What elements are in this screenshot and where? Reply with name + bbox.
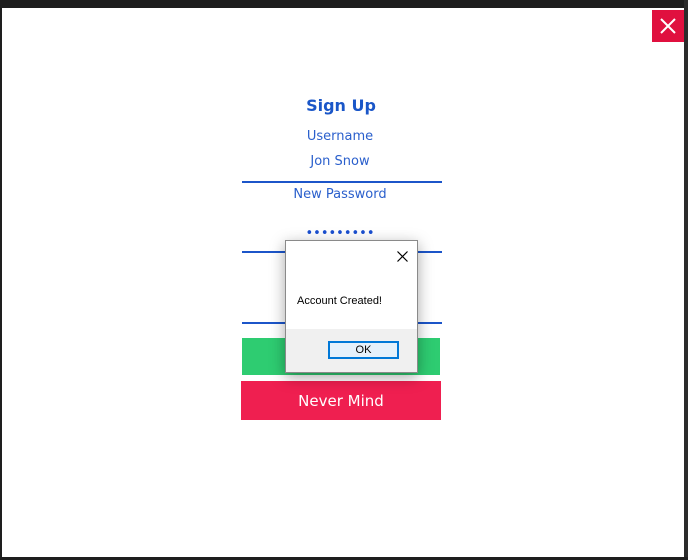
message-text: Account Created! bbox=[297, 295, 382, 307]
dialog-close-button[interactable] bbox=[393, 247, 411, 265]
password-input[interactable]: ••••••••• bbox=[240, 226, 440, 241]
ok-button[interactable]: OK bbox=[328, 341, 399, 359]
close-icon bbox=[396, 250, 408, 262]
message-footer: OK bbox=[286, 329, 417, 372]
username-input[interactable]: Jon Snow bbox=[240, 154, 440, 169]
message-box: Account Created! OK bbox=[285, 240, 418, 373]
desktop-background-right bbox=[684, 0, 688, 560]
desktop-background bbox=[0, 0, 688, 8]
password-label: New Password bbox=[293, 187, 387, 202]
username-label: Username bbox=[306, 129, 374, 144]
username-underline bbox=[242, 181, 442, 183]
never-mind-button[interactable]: Never Mind bbox=[241, 381, 441, 420]
close-icon bbox=[660, 18, 676, 34]
window-close-button[interactable] bbox=[652, 10, 684, 42]
page-title: Sign Up bbox=[306, 96, 376, 115]
